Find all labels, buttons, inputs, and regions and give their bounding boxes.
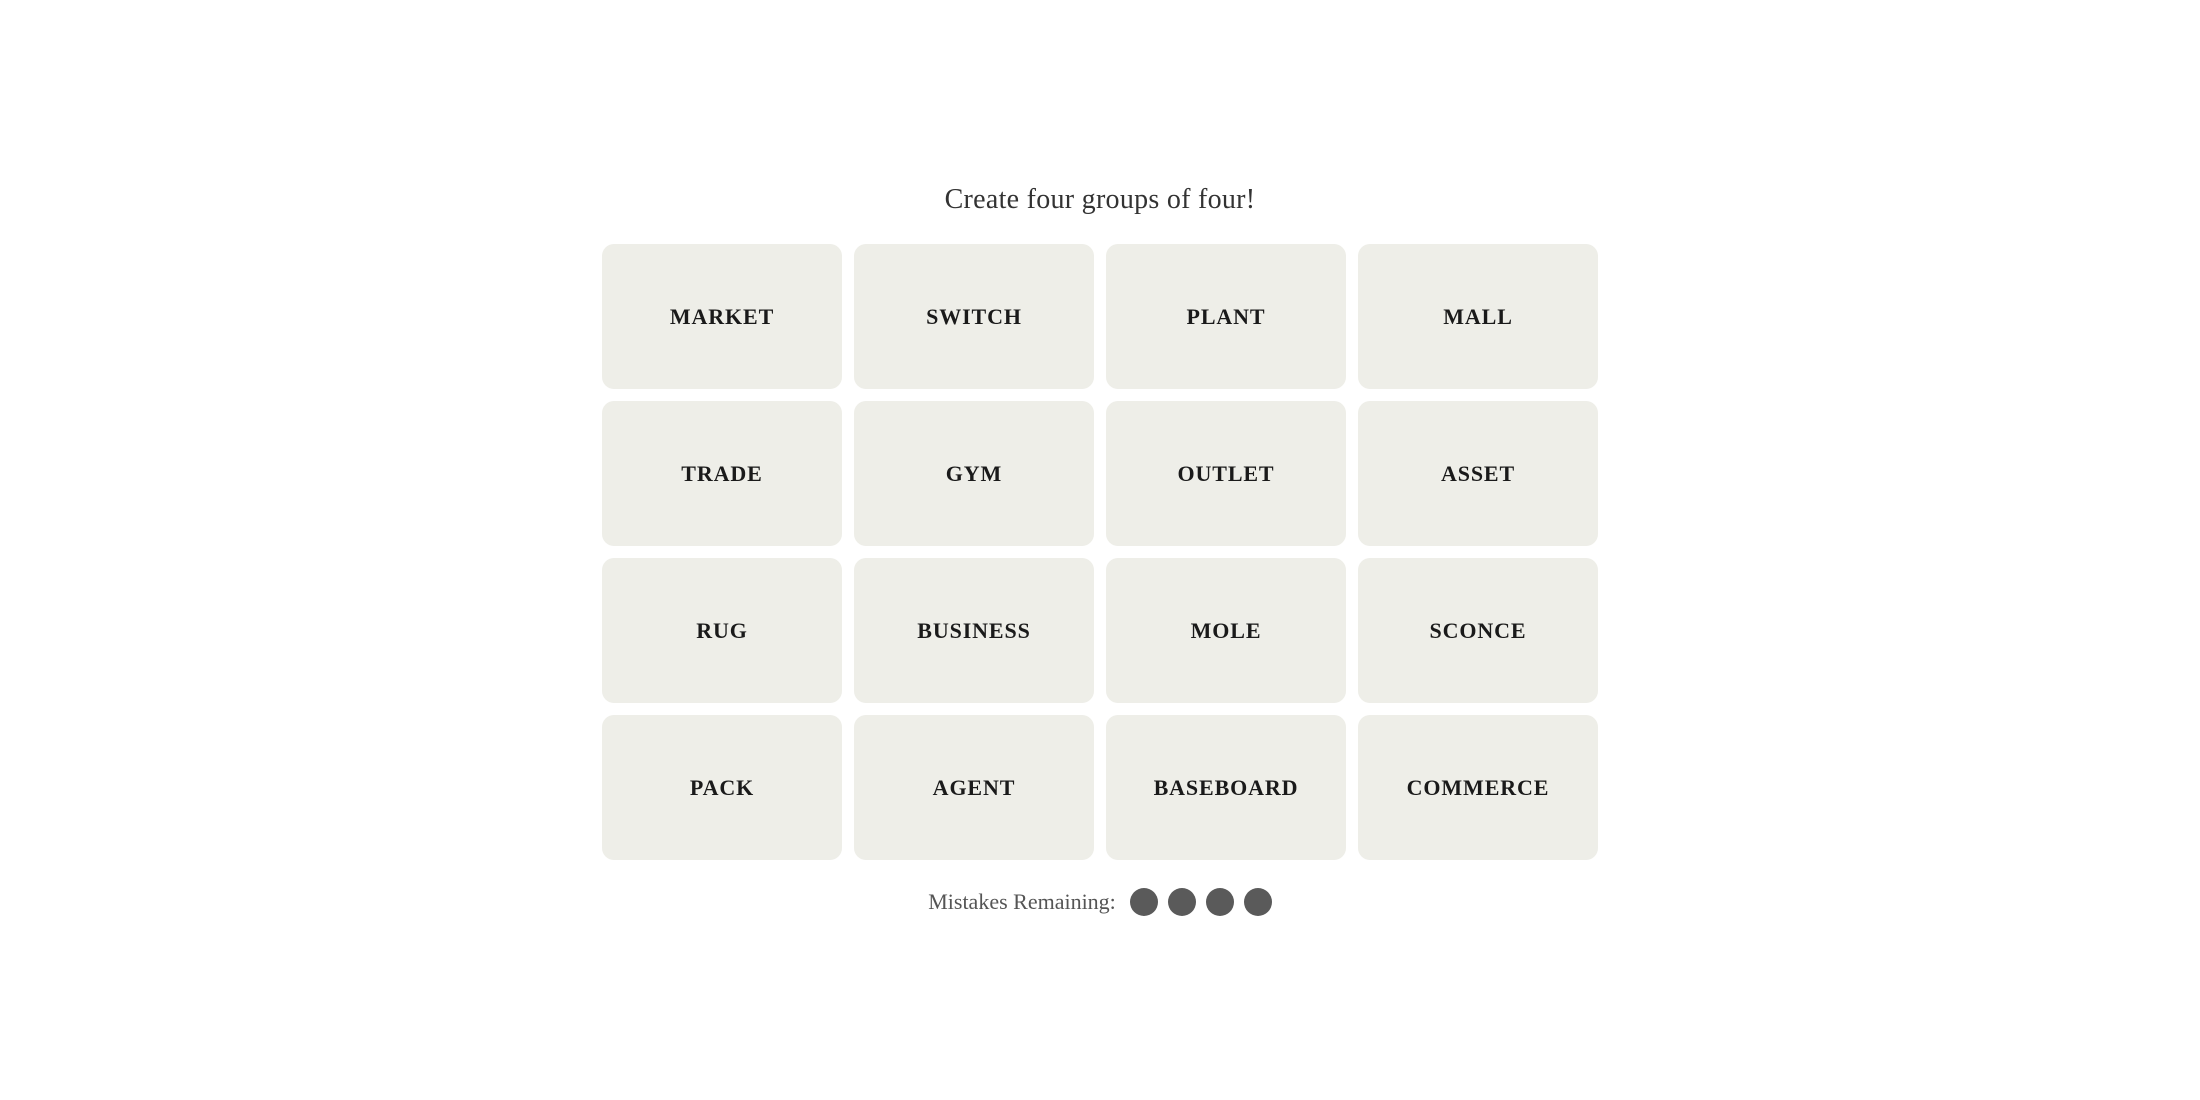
tile-label-outlet: OUTLET [1178, 461, 1275, 487]
mistake-dot-3 [1206, 888, 1234, 916]
word-grid: MARKET SWITCH PLANT MALL TRADE GYM OUTLET ASSET… [602, 244, 1598, 860]
mistakes-label: Mistakes Remaining: [928, 889, 1116, 915]
tile-outlet[interactable]: OUTLET [1106, 401, 1346, 546]
tile-asset[interactable]: ASSET [1358, 401, 1598, 546]
tile-label-asset: ASSET [1441, 461, 1515, 487]
tile-sconce[interactable]: SCONCE [1358, 558, 1598, 703]
tile-rug[interactable]: RUG [602, 558, 842, 703]
tile-label-mole: MOLE [1191, 618, 1262, 644]
mistakes-row: Mistakes Remaining: [928, 888, 1272, 916]
tile-gym[interactable]: GYM [854, 401, 1094, 546]
tile-mall[interactable]: MALL [1358, 244, 1598, 389]
tile-plant[interactable]: PLANT [1106, 244, 1346, 389]
tile-label-baseboard: BASEBOARD [1154, 775, 1299, 801]
tile-business[interactable]: BUSINESS [854, 558, 1094, 703]
tile-pack[interactable]: PACK [602, 715, 842, 860]
tile-label-switch: SWITCH [926, 304, 1022, 330]
mistake-dot-1 [1130, 888, 1158, 916]
tile-label-mall: MALL [1443, 304, 1513, 330]
mistake-dot-2 [1168, 888, 1196, 916]
tile-label-commerce: COMMERCE [1407, 775, 1550, 801]
tile-label-gym: GYM [946, 461, 1002, 487]
tile-label-market: MARKET [670, 304, 774, 330]
tile-switch[interactable]: SWITCH [854, 244, 1094, 389]
tile-trade[interactable]: TRADE [602, 401, 842, 546]
tile-agent[interactable]: AGENT [854, 715, 1094, 860]
tile-mole[interactable]: MOLE [1106, 558, 1346, 703]
mistake-dot-4 [1244, 888, 1272, 916]
tile-commerce[interactable]: COMMERCE [1358, 715, 1598, 860]
tile-label-business: BUSINESS [917, 618, 1030, 644]
game-container: Create four groups of four! MARKET SWITCH… [550, 184, 1650, 916]
tile-label-pack: PACK [690, 775, 754, 801]
tile-label-agent: AGENT [933, 775, 1016, 801]
tile-label-trade: TRADE [681, 461, 762, 487]
tile-label-sconce: SCONCE [1430, 618, 1527, 644]
mistakes-dots [1130, 888, 1272, 916]
tile-market[interactable]: MARKET [602, 244, 842, 389]
tile-label-rug: RUG [696, 618, 748, 644]
tile-baseboard[interactable]: BASEBOARD [1106, 715, 1346, 860]
instruction-text: Create four groups of four! [945, 184, 1256, 216]
tile-label-plant: PLANT [1187, 304, 1266, 330]
